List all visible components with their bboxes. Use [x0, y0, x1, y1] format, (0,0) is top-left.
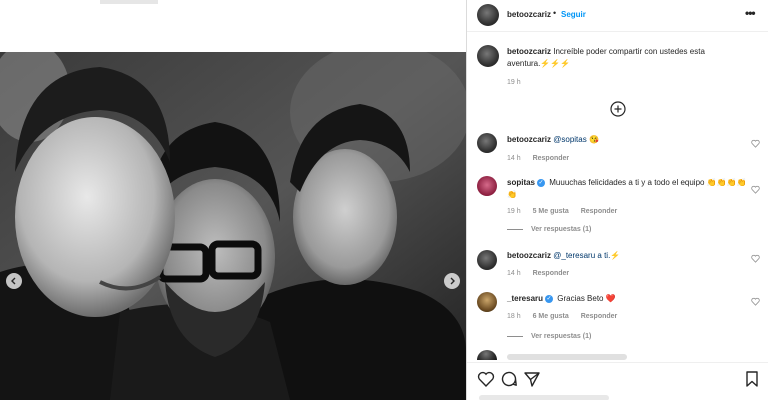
- replies-divider: [507, 228, 523, 230]
- comment-text-block: betoozcariz @_teresaru a ti.⚡: [507, 250, 747, 262]
- comment-text-block: betoozcariz @sopitas 😘: [507, 134, 747, 146]
- comment-meta: 14 h Responder: [507, 270, 579, 277]
- comment-username[interactable]: betoozcariz: [507, 251, 551, 260]
- comment-icon[interactable]: [500, 370, 518, 388]
- verified-badge-icon: ✓: [537, 178, 546, 187]
- comment-time[interactable]: 19 h: [507, 208, 521, 215]
- header-username[interactable]: betoozcariz: [507, 10, 551, 19]
- comment-username[interactable]: _teresaru: [507, 294, 543, 303]
- chevron-right-icon[interactable]: [444, 273, 460, 289]
- comment-time[interactable]: 14 h: [507, 155, 521, 162]
- view-replies-button[interactable]: Ver respuestas (1): [507, 333, 591, 340]
- comment-avatar[interactable]: [477, 176, 497, 196]
- post-photo-image: [0, 52, 466, 400]
- comment-meta: 18 h 6 Me gusta Responder: [507, 313, 627, 320]
- comment-avatar[interactable]: [477, 250, 497, 270]
- header-separator: •: [553, 8, 557, 18]
- post-photo[interactable]: [0, 52, 466, 400]
- comment-text-block: sopitas ✓ Muuuchas felicidades a ti y a t…: [507, 177, 747, 201]
- reply-button[interactable]: Responder: [581, 313, 618, 320]
- more-options-icon[interactable]: •••: [745, 6, 756, 20]
- plus-circle-icon[interactable]: [610, 101, 626, 117]
- post-actions-bar: [467, 362, 768, 400]
- heart-icon[interactable]: [751, 185, 760, 194]
- caption-timestamp[interactable]: 19 h: [507, 79, 521, 86]
- comment-text: @_teresaru a ti.⚡: [553, 251, 621, 260]
- comment-time[interactable]: 14 h: [507, 270, 521, 277]
- bookmark-icon[interactable]: [743, 370, 761, 388]
- view-replies-label[interactable]: Ver respuestas (1): [531, 226, 591, 233]
- replies-divider: [507, 335, 523, 337]
- comment-text: Gracias Beto ❤️: [557, 294, 616, 303]
- comment-text: @sopitas 😘: [553, 135, 599, 144]
- comment-likes[interactable]: 6 Me gusta: [533, 313, 569, 320]
- comment-meta: 19 h 5 Me gusta Responder: [507, 208, 627, 215]
- comment-text-block: _teresaru ✓ Gracias Beto ❤️: [507, 293, 747, 305]
- view-replies-button[interactable]: Ver respuestas (1): [507, 226, 591, 233]
- follow-button[interactable]: Seguir: [561, 10, 586, 19]
- reply-button[interactable]: Responder: [533, 155, 570, 162]
- comment-avatar[interactable]: [477, 292, 497, 312]
- partial-comment-avatar: [477, 350, 497, 360]
- comment-likes[interactable]: 5 Me gusta: [533, 208, 569, 215]
- reply-button[interactable]: Responder: [533, 270, 570, 277]
- likes-summary-partial: [479, 395, 609, 400]
- page-top-area: [0, 0, 466, 52]
- comment-username[interactable]: sopitas: [507, 178, 535, 187]
- post-caption: betoozcariz Increíble poder compartir co…: [507, 46, 757, 70]
- paper-plane-icon[interactable]: [523, 370, 541, 388]
- caption-username[interactable]: betoozcariz: [507, 47, 551, 56]
- post-header: betoozcariz • Seguir •••: [467, 0, 768, 32]
- comment-time[interactable]: 18 h: [507, 313, 521, 320]
- heart-icon[interactable]: [751, 139, 760, 148]
- avatar[interactable]: [477, 4, 499, 26]
- reply-button[interactable]: Responder: [581, 208, 618, 215]
- verified-badge-icon: ✓: [545, 294, 554, 303]
- view-replies-label[interactable]: Ver respuestas (1): [531, 333, 591, 340]
- heart-icon[interactable]: [477, 370, 495, 388]
- caption-avatar[interactable]: [477, 45, 499, 67]
- top-edge-fragment: [100, 0, 158, 4]
- chevron-left-icon[interactable]: [6, 273, 22, 289]
- heart-icon[interactable]: [751, 254, 760, 263]
- comment-meta: 14 h Responder: [507, 155, 579, 162]
- comment-username[interactable]: betoozcariz: [507, 135, 551, 144]
- partial-comment: [507, 354, 627, 360]
- post-side-panel: betoozcariz • Seguir ••• betoozcariz Inc…: [466, 0, 768, 400]
- comment-avatar[interactable]: [477, 133, 497, 153]
- heart-icon[interactable]: [751, 297, 760, 306]
